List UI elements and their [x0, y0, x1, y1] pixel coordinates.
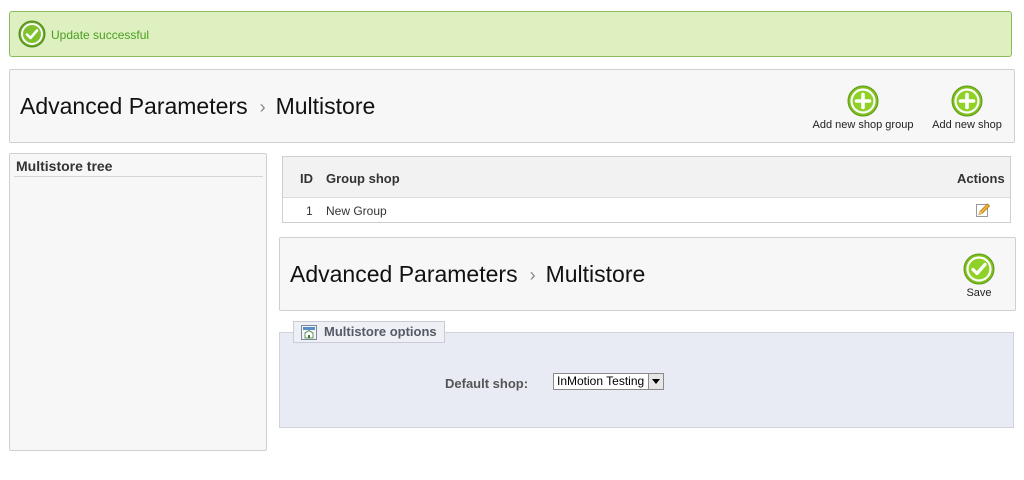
breadcrumb-current: Multistore: [275, 93, 376, 119]
group-shop-table: ID Group shop Actions 1 New Group: [282, 156, 1011, 223]
multistore-icon: [301, 325, 317, 340]
save-label: Save: [966, 287, 992, 299]
add-circle-icon: [951, 85, 983, 117]
dropdown-arrow-icon[interactable]: [648, 374, 663, 389]
default-shop-value: InMotion Testing: [557, 374, 645, 388]
add-shop-group-label: Add new shop group: [812, 119, 914, 131]
page-toolbar: Advanced Parameters › Multistore Add new s…: [9, 69, 1015, 143]
options-breadcrumb: Advanced Parameters › Multistore: [290, 261, 645, 288]
options-breadcrumb-parent[interactable]: Advanced Parameters: [290, 261, 518, 287]
default-shop-label: Default shop:: [445, 376, 529, 391]
column-header-group-shop[interactable]: Group shop: [326, 171, 400, 186]
add-shop-button[interactable]: Add new shop: [930, 85, 1004, 131]
options-breadcrumb-separator: ›: [529, 265, 536, 285]
success-notification: Update successful: [9, 11, 1012, 57]
add-shop-label: Add new shop: [932, 119, 1002, 131]
add-shop-group-button[interactable]: Add new shop group: [811, 85, 915, 131]
breadcrumb: Advanced Parameters › Multistore: [20, 93, 375, 120]
multistore-tree-title: Multistore tree: [14, 158, 263, 177]
options-breadcrumb-current: Multistore: [545, 261, 646, 287]
column-header-actions: Actions: [957, 171, 1005, 186]
multistore-options-legend: Multistore options: [293, 321, 445, 343]
check-circle-icon: [18, 20, 46, 48]
column-header-id[interactable]: ID: [300, 171, 313, 186]
breadcrumb-parent[interactable]: Advanced Parameters: [20, 93, 248, 119]
save-check-icon: [963, 253, 995, 285]
multistore-tree-panel: Multistore tree: [9, 153, 267, 451]
row-id: 1: [306, 204, 313, 218]
success-message: Update successful: [51, 28, 150, 42]
options-toolbar: Advanced Parameters › Multistore Save: [279, 237, 1016, 311]
save-button[interactable]: Save: [959, 253, 999, 299]
add-circle-icon: [847, 85, 879, 117]
edit-pencil-icon[interactable]: [975, 202, 991, 218]
row-group-shop[interactable]: New Group: [326, 204, 387, 218]
multistore-options-title: Multistore options: [324, 324, 437, 339]
default-shop-select[interactable]: InMotion Testing: [553, 373, 664, 390]
breadcrumb-separator: ›: [259, 97, 266, 117]
